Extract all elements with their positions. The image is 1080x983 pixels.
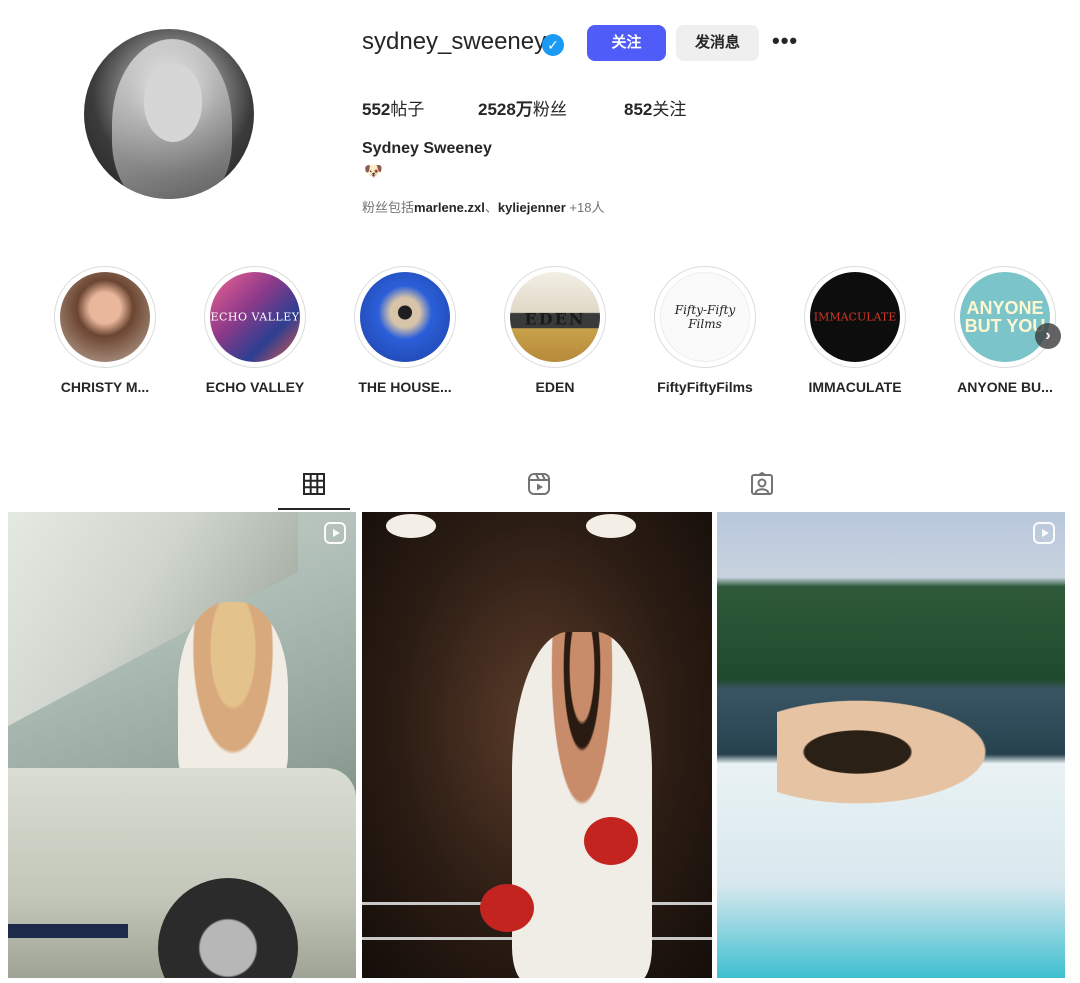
post-image-shape [386, 514, 436, 538]
highlight-cover-text: IMMACULATE [813, 310, 897, 324]
followed-by-separator: 、 [484, 200, 498, 215]
highlight-label: FiftyFiftyFilms [657, 379, 753, 395]
followed-by-user2[interactable]: kyliejenner [498, 200, 566, 215]
highlight-label: EDEN [535, 379, 575, 395]
posts-label: 帖子 [390, 100, 425, 119]
more-options-icon[interactable]: ••• [772, 28, 798, 54]
followed-by[interactable]: 粉丝包括marlene.zxl、kyliejenner +18人 [362, 197, 604, 216]
message-button[interactable]: 发消息 [676, 25, 759, 61]
post-image-shape [512, 632, 652, 978]
highlight-label: CHRISTY M... [60, 379, 150, 395]
highlight-ring: EDEN [504, 266, 606, 368]
highlight-the-house[interactable]: THE HOUSE... [330, 266, 480, 395]
highlight-ring [354, 266, 456, 368]
highlight-cover: ECHO VALLEY [210, 272, 300, 362]
highlight-eden[interactable]: EDEN EDEN [480, 266, 630, 395]
highlight-label: ANYONE BU... [957, 379, 1053, 395]
posts-stat[interactable]: 552帖子 [362, 95, 424, 120]
followed-by-prefix: 粉丝包括 [362, 200, 415, 215]
profile-tabs [0, 468, 1080, 510]
highlight-cover: IMMACULATE [810, 272, 900, 362]
post-image-shape [8, 924, 128, 938]
story-highlights: CHRISTY M... ECHO VALLEY ECHO VALLEY THE… [0, 266, 1080, 406]
username: sydney_sweeney [362, 28, 547, 55]
highlight-ring: IMMACULATE [804, 266, 906, 368]
followers-label: 粉丝 [532, 100, 567, 119]
following-count: 852 [624, 100, 653, 119]
reels-icon [528, 473, 550, 495]
post-image-shape [584, 817, 638, 865]
reel-icon [324, 522, 346, 544]
chevron-right-icon[interactable]: › [1035, 323, 1061, 349]
highlight-cover-text: ECHO VALLEY [210, 310, 300, 324]
highlight-echo-valley[interactable]: ECHO VALLEY ECHO VALLEY [180, 266, 330, 395]
highlight-cover [360, 272, 450, 362]
highlight-label: THE HOUSE... [358, 379, 452, 395]
following-stat[interactable]: 852关注 [624, 95, 686, 120]
post-image-shape [178, 602, 288, 792]
highlight-label: IMMACULATE [808, 379, 902, 395]
highlight-ring [54, 266, 156, 368]
full-name: Sydney Sweeney [362, 140, 492, 157]
highlight-fiftyfifty[interactable]: Fifty-Fifty Films FiftyFiftyFilms [630, 266, 780, 395]
follow-button[interactable]: 关注 [587, 25, 666, 61]
tab-tagged[interactable] [726, 468, 798, 510]
highlight-cover: Fifty-Fifty Films [660, 272, 750, 362]
highlight-christy[interactable]: CHRISTY M... [30, 266, 180, 395]
post-thumbnail[interactable] [717, 512, 1065, 978]
post-grid [0, 512, 1080, 983]
highlight-cover: ANYONE BUT YOU [960, 272, 1050, 362]
followed-by-suffix: +18人 [565, 200, 605, 215]
highlight-ring: ECHO VALLEY [204, 266, 306, 368]
followed-by-user1[interactable]: marlene.zxl [414, 200, 485, 215]
post-thumbnail[interactable] [362, 512, 712, 978]
highlight-label: ECHO VALLEY [205, 379, 305, 395]
highlight-ring: Fifty-Fifty Films [654, 266, 756, 368]
verified-badge-icon: ✓ [542, 34, 564, 56]
post-thumbnail[interactable] [8, 512, 356, 978]
grid-icon [303, 473, 325, 495]
highlight-immaculate[interactable]: IMMACULATE IMMACULATE [780, 266, 930, 395]
tab-reels[interactable] [503, 468, 575, 510]
profile-avatar[interactable] [84, 29, 254, 199]
tagged-icon [751, 472, 773, 495]
posts-count: 552 [362, 100, 391, 119]
tab-posts[interactable] [278, 468, 350, 510]
following-label: 关注 [652, 100, 687, 119]
highlight-cover-text: Fifty-Fifty Films [674, 303, 736, 331]
followers-count: 2528万 [478, 100, 533, 119]
followers-stat[interactable]: 2528万粉丝 [478, 95, 567, 120]
highlight-cover: EDEN [510, 272, 600, 362]
bio-emoji: 🐶 [364, 163, 383, 180]
post-image-shape [586, 514, 636, 538]
avatar-face-shape [144, 64, 202, 142]
post-image-shape [777, 692, 1007, 812]
post-image-shape [480, 884, 534, 932]
highlight-cover [60, 272, 150, 362]
highlight-ring: ANYONE BUT YOU [954, 266, 1056, 368]
highlight-cover-text: EDEN [524, 309, 586, 329]
reel-icon [1033, 522, 1055, 544]
